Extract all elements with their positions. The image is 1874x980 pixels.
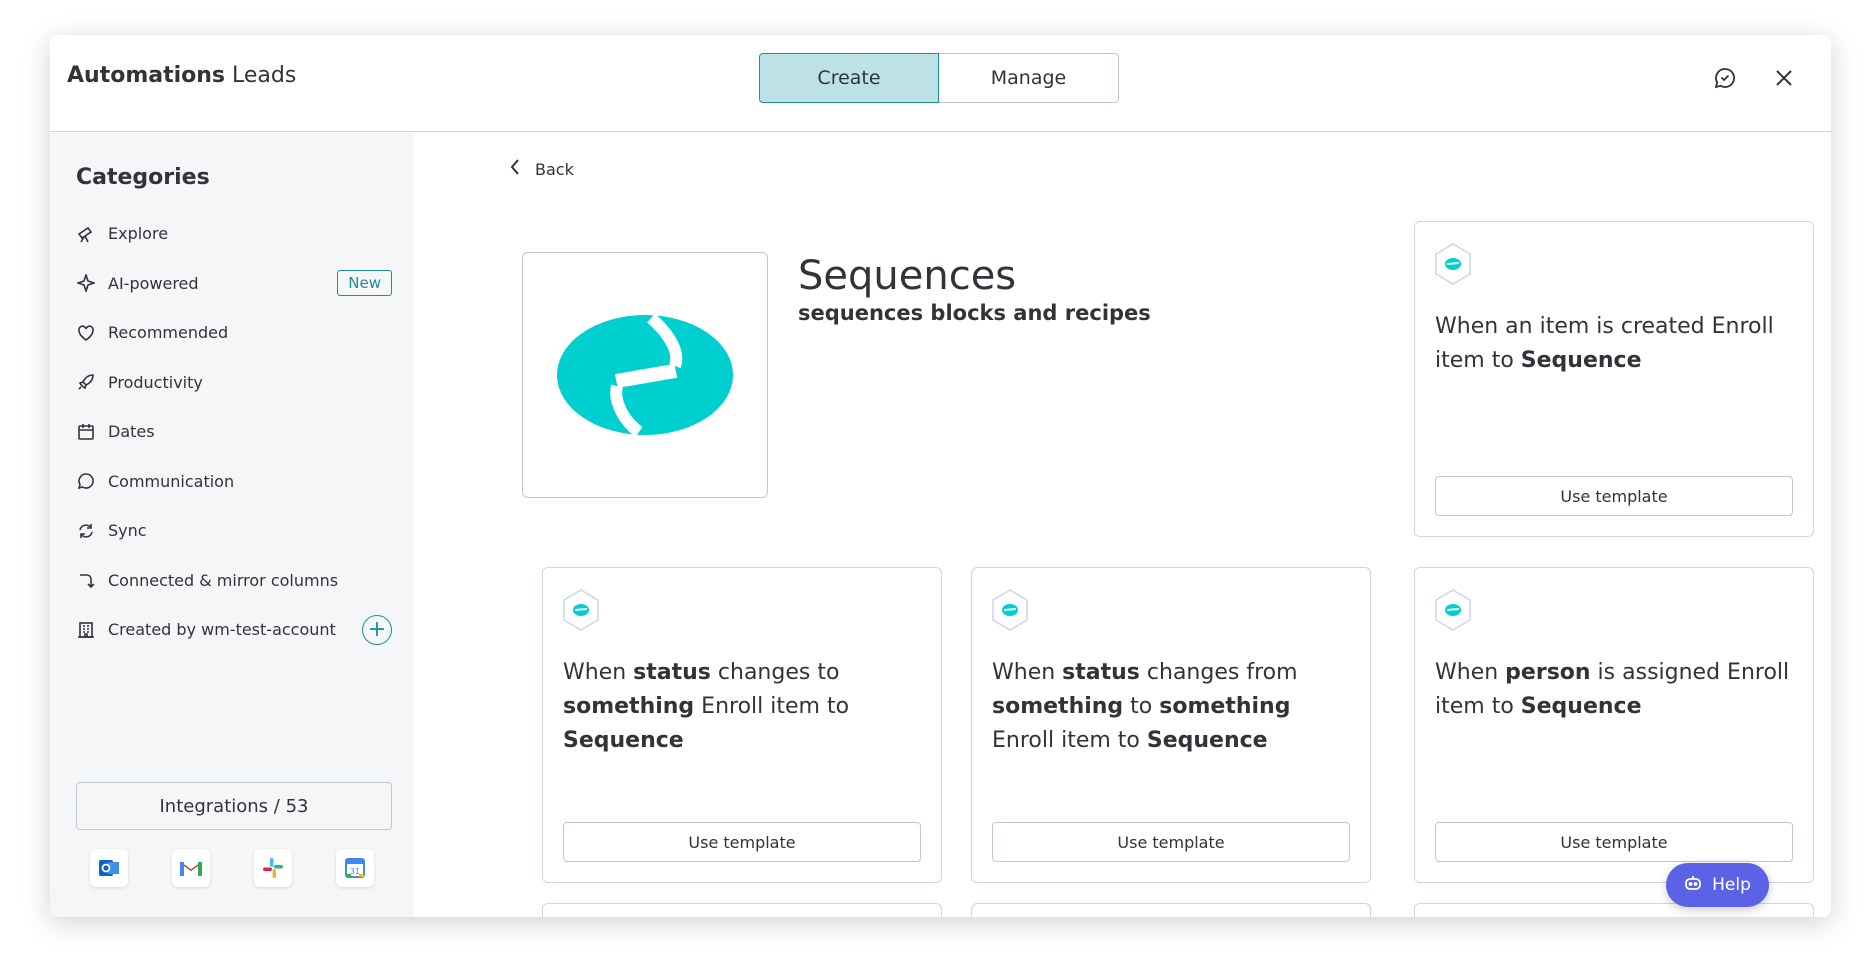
template-card: When status changes from something to so…	[971, 567, 1371, 883]
heart-icon	[76, 323, 96, 343]
sidebar-item-recommended[interactable]: Recommended	[76, 308, 392, 358]
sidebar-item-connected-mirror[interactable]: Connected & mirror columns	[76, 556, 392, 606]
hero-subtitle: sequences blocks and recipes	[798, 301, 1151, 325]
hero-title: Sequences	[798, 253, 1017, 299]
connect-arrow-icon	[76, 570, 96, 590]
sidebar-item-label: Created by wm-test-account	[108, 620, 336, 640]
template-keyword: something	[992, 694, 1124, 719]
feedback-icon[interactable]	[1710, 63, 1740, 93]
template-text: changes to	[710, 660, 840, 685]
sidebar-item-created-by[interactable]: Created by wm-test-account +	[76, 605, 392, 655]
sidebar-item-ai-powered[interactable]: AI-powered New	[76, 259, 392, 309]
use-template-button[interactable]: Use template	[1435, 476, 1793, 516]
category-list: Explore AI-powered New Recommended Produ…	[76, 209, 392, 655]
sidebar-item-productivity[interactable]: Productivity	[76, 358, 392, 408]
help-label: Help	[1712, 875, 1751, 895]
template-keyword: Sequence	[1520, 348, 1642, 373]
close-icon[interactable]	[1769, 63, 1799, 93]
template-keyword: person	[1505, 660, 1591, 685]
google-calendar-icon[interactable]: 31	[336, 849, 374, 887]
back-label: Back	[535, 159, 574, 179]
template-description: When status changes from something to so…	[992, 656, 1352, 758]
help-button[interactable]: Help	[1666, 863, 1769, 907]
use-template-button[interactable]: Use template	[1435, 822, 1793, 862]
categories-title: Categories	[76, 165, 210, 190]
sidebar-item-dates[interactable]: Dates	[76, 407, 392, 457]
sparkle-icon	[76, 273, 96, 293]
sync-icon	[76, 521, 96, 541]
template-keyword: Sequence	[1146, 728, 1268, 753]
automations-modal: Automations Leads Create Manage Categori…	[50, 35, 1831, 917]
outlook-icon[interactable]	[90, 849, 128, 887]
tab-create[interactable]: Create	[759, 53, 939, 103]
template-keyword: Sequence	[563, 728, 684, 753]
telescope-icon	[76, 224, 96, 244]
template-card: When person is assigned Enroll item to S…	[1414, 567, 1814, 883]
sequence-hex-icon	[1433, 242, 1473, 290]
template-text: Enroll item to	[992, 728, 1147, 753]
sidebar-item-label: Communication	[108, 471, 235, 491]
template-text: When	[563, 660, 634, 685]
template-text: Enroll item to	[694, 694, 850, 719]
sidebar-item-label: Dates	[108, 422, 155, 442]
main-content: Back Sequences sequences blocks and reci…	[414, 133, 1831, 917]
sidebar-item-label: Connected & mirror columns	[108, 570, 339, 590]
template-text: When	[1435, 660, 1506, 685]
template-keyword: status	[633, 660, 711, 685]
sequence-hex-icon	[561, 588, 601, 636]
sequence-hex-icon	[1433, 588, 1473, 636]
gmail-icon[interactable]	[172, 849, 210, 887]
sidebar-item-label: Sync	[108, 521, 147, 541]
template-card: When an item is created Enroll item to S…	[1414, 221, 1814, 537]
template-keyword: Sequence	[1520, 694, 1642, 719]
sidebar-item-label: Productivity	[108, 372, 203, 392]
tab-manage[interactable]: Manage	[939, 53, 1119, 103]
sidebar-item-label: AI-powered	[108, 273, 199, 293]
template-card-peek	[971, 903, 1371, 917]
template-description: When person is assigned Enroll item to S…	[1435, 656, 1795, 724]
sidebar: Categories Explore AI-powered New Recomm…	[50, 133, 414, 917]
sequences-logo	[522, 252, 768, 498]
use-template-button[interactable]: Use template	[563, 822, 921, 862]
modal-header: Automations Leads Create Manage	[50, 35, 1831, 132]
template-keyword: status	[1062, 660, 1140, 685]
use-template-button[interactable]: Use template	[992, 822, 1350, 862]
integration-icons: 31	[90, 849, 374, 887]
svg-text:31: 31	[350, 867, 360, 876]
slack-icon[interactable]	[254, 849, 292, 887]
template-keyword: something	[563, 694, 695, 719]
sidebar-item-label: Recommended	[108, 323, 229, 343]
robot-icon	[1684, 875, 1702, 896]
chevron-left-icon	[509, 158, 521, 180]
template-keyword: something	[1159, 694, 1291, 719]
calendar-icon	[76, 422, 96, 442]
sidebar-item-explore[interactable]: Explore	[76, 209, 392, 259]
back-button[interactable]: Back	[509, 158, 574, 180]
new-badge: New	[337, 270, 392, 297]
template-card-peek	[542, 903, 942, 917]
template-text: to	[1123, 694, 1160, 719]
rocket-icon	[76, 372, 96, 392]
sequence-hex-icon	[990, 588, 1030, 636]
add-category-button[interactable]: +	[362, 614, 392, 645]
template-description: When an item is created Enroll item to S…	[1435, 310, 1795, 378]
building-icon	[76, 620, 96, 640]
create-manage-toggle: Create Manage	[759, 53, 1119, 103]
integrations-button[interactable]: Integrations / 53	[76, 782, 392, 830]
chat-bubble-icon	[76, 471, 96, 491]
template-text: When	[992, 660, 1063, 685]
template-text: changes from	[1139, 660, 1298, 685]
sidebar-item-communication[interactable]: Communication	[76, 457, 392, 507]
template-description: When status changes to something Enroll …	[563, 656, 923, 758]
template-card: When status changes to something Enroll …	[542, 567, 942, 883]
sidebar-item-sync[interactable]: Sync	[76, 506, 392, 556]
modal-title: Automations Leads	[67, 63, 297, 88]
sidebar-item-label: Explore	[108, 224, 169, 244]
